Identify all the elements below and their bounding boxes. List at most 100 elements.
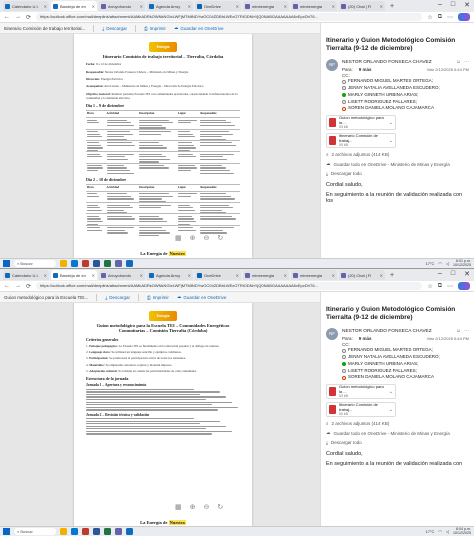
tab-close-icon[interactable]: ✕: [284, 273, 287, 278]
cc-recipient[interactable]: LISETT RODRIGUEZ PALLARES;: [342, 99, 469, 106]
app-icon[interactable]: [82, 260, 89, 267]
cc-recipient[interactable]: MARLY GINNETH URBINA ARIAS;: [342, 92, 469, 99]
tab-close-icon[interactable]: ✕: [140, 4, 143, 9]
browser-tab[interactable]: mineenergia ✕: [243, 1, 289, 11]
sender-name[interactable]: NESTOR ORLANDO FONSECA CHAVEZ: [342, 329, 432, 334]
clock[interactable]: 6:04 p.m. 10/12/2025: [453, 527, 471, 536]
tab-close-icon[interactable]: ✕: [380, 4, 383, 9]
browser-tab[interactable]: Agenda Arroy ✕: [147, 1, 193, 11]
cc-recipient[interactable]: FERNANDO MIGUEL MARTES ORTEGA;: [342, 78, 469, 85]
star-icon[interactable]: ☆: [427, 283, 432, 290]
browser-tab[interactable]: mineenergia ✕: [243, 270, 289, 280]
tab-close-icon[interactable]: ✕: [380, 273, 383, 278]
download-button[interactable]: ⤓ Descargar: [102, 26, 127, 31]
copilot-icon[interactable]: [458, 282, 470, 290]
cc-recipient[interactable]: LISETT RODRIGUEZ PALLARES;: [342, 368, 469, 375]
download-button[interactable]: ⤓ Descargar: [105, 295, 130, 300]
app-icon[interactable]: [82, 528, 89, 535]
cc-recipient[interactable]: SOREN DANIELA MOLANO CAJAMARCA: [342, 374, 469, 381]
start-icon[interactable]: [3, 260, 10, 267]
star-icon[interactable]: ☆: [427, 14, 432, 21]
tab-close-icon[interactable]: ✕: [236, 4, 239, 9]
wifi-icon[interactable]: ◠: [438, 261, 442, 266]
browser-tab[interactable]: mineenergia ✕: [291, 270, 337, 280]
weather-temp[interactable]: 17°C: [425, 261, 434, 266]
browser-tab[interactable]: (20) Chat | Fi ✕: [339, 1, 385, 11]
attachment-card[interactable]: Itinerario Comisión de trabaj... 50 kB ⌄: [326, 133, 396, 148]
more-icon[interactable]: ⋯: [464, 328, 469, 334]
save-onedrive-button[interactable]: ☁ Guardar en OneDrive: [177, 294, 227, 300]
tab-close-icon[interactable]: ✕: [92, 4, 95, 9]
reload-icon[interactable]: ⟳: [26, 283, 31, 290]
taskbar-search[interactable]: ⌕ Buscar: [14, 260, 56, 267]
tab-close-icon[interactable]: ✕: [92, 273, 95, 278]
attachment-card[interactable]: Guion metodológico para la ... 53 kB ⌄: [326, 115, 396, 130]
rotate-icon[interactable]: ↻: [217, 503, 223, 511]
zoom-in-icon[interactable]: ⊕: [190, 234, 196, 242]
chevron-down-icon[interactable]: ⌄: [389, 138, 393, 144]
emoji-icon[interactable]: ☺: [456, 59, 461, 65]
browser-tab[interactable]: Calendario U.I. ✕: [3, 270, 49, 280]
excel-icon[interactable]: [104, 260, 111, 267]
download-all-link[interactable]: ⤓ Descargar todo: [326, 171, 469, 176]
word-icon[interactable]: [93, 260, 100, 267]
zoom-in-icon[interactable]: ⊕: [190, 503, 196, 511]
reload-icon[interactable]: ⟳: [26, 14, 31, 21]
wifi-icon[interactable]: ◠: [438, 529, 442, 534]
attachment-card[interactable]: Guion metodológico para la ... 53 kB ⌄: [326, 384, 396, 399]
print-button[interactable]: ⎙ Imprimir: [147, 295, 169, 300]
outlook-icon[interactable]: [126, 260, 133, 267]
excel-icon[interactable]: [104, 528, 111, 535]
weather-temp[interactable]: 17°C: [425, 529, 434, 534]
back-icon[interactable]: ←: [4, 14, 10, 20]
chevron-down-icon[interactable]: ⌄: [389, 120, 393, 126]
cc-recipient[interactable]: JENNY NATALIA AVELLANEDA ESCUDERO;: [342, 354, 469, 361]
cc-recipient[interactable]: FERNANDO MIGUEL MARTES ORTEGA;: [342, 347, 469, 354]
volume-icon[interactable]: ◁: [446, 261, 449, 266]
close-window-button[interactable]: ✕: [464, 1, 470, 9]
rotate-icon[interactable]: ↻: [217, 234, 223, 242]
chevron-down-icon[interactable]: ⌄: [389, 407, 393, 413]
cc-recipient[interactable]: SOREN DANIELA MOLANO CAJAMARCA: [342, 105, 469, 112]
url-field[interactable]: https://outlook.office.com/mail/deeplink…: [36, 282, 423, 290]
tab-close-icon[interactable]: ✕: [284, 4, 287, 9]
minimize-button[interactable]: –: [438, 1, 442, 9]
save-onedrive-button[interactable]: ☁ Guardar en OneDrive: [174, 25, 224, 31]
browser-tab[interactable]: OneDrive ✕: [195, 270, 241, 280]
to-value[interactable]: 9 más: [359, 67, 372, 72]
forward-icon[interactable]: →: [15, 14, 21, 20]
maximize-button[interactable]: □: [451, 1, 455, 9]
tab-close-icon[interactable]: ✕: [44, 273, 47, 278]
emoji-icon[interactable]: ☺: [456, 328, 461, 334]
outlook-icon[interactable]: [126, 528, 133, 535]
browser-tab[interactable]: Arroyohondo ✕: [99, 270, 145, 280]
copilot-icon[interactable]: [458, 13, 470, 21]
grid-icon[interactable]: ▦: [175, 503, 182, 511]
close-window-button[interactable]: ✕: [464, 270, 470, 278]
menu-icon[interactable]: ⋯: [447, 14, 453, 21]
new-tab-button[interactable]: +: [387, 272, 397, 279]
print-button[interactable]: ⎙ Imprimir: [144, 26, 166, 31]
file-explorer-icon[interactable]: [60, 528, 67, 535]
save-all-onedrive-link[interactable]: ☁ Guardar todo en OneDrive - Ministerio d…: [326, 430, 469, 436]
forward-icon[interactable]: →: [15, 283, 21, 289]
back-icon[interactable]: ←: [4, 283, 10, 289]
url-field[interactable]: https://outlook.office.com/mail/deeplink…: [36, 13, 423, 21]
tab-close-icon[interactable]: ✕: [332, 273, 335, 278]
edge-icon[interactable]: [71, 528, 78, 535]
attachment-card[interactable]: Itinerario Comisión de trabaj... 50 kB ⌄: [326, 402, 396, 417]
volume-icon[interactable]: ◁: [446, 529, 449, 534]
browser-tab[interactable]: Agenda Arroy ✕: [147, 270, 193, 280]
teams-icon[interactable]: [115, 260, 122, 267]
file-explorer-icon[interactable]: [60, 260, 67, 267]
browser-tab[interactable]: Bandeja de en ✕: [51, 1, 97, 11]
browser-tab[interactable]: mineenergia ✕: [291, 1, 337, 11]
menu-icon[interactable]: ⋯: [447, 283, 453, 290]
start-icon[interactable]: [3, 528, 10, 535]
tab-close-icon[interactable]: ✕: [236, 273, 239, 278]
tab-close-icon[interactable]: ✕: [44, 4, 47, 9]
browser-tab[interactable]: Arroyohondo ✕: [99, 1, 145, 11]
minimize-button[interactable]: –: [438, 270, 442, 278]
tab-close-icon[interactable]: ✕: [188, 4, 191, 9]
tab-close-icon[interactable]: ✕: [188, 273, 191, 278]
